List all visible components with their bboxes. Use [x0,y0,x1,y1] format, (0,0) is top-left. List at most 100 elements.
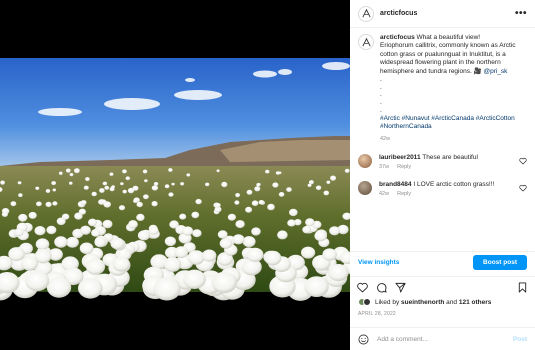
add-comment-input[interactable] [377,335,513,343]
cotton-puff [128,220,138,229]
cotton-puff [137,230,150,241]
cotton-puff [326,180,331,184]
cotton-puff [74,168,80,174]
cotton-puff [215,203,221,208]
caption-intro: What a beautiful view! [414,34,481,41]
caption-hashtags[interactable]: #Arctic #Nunavut #ArcticCanada #ArcticCo… [380,115,527,132]
header-username[interactable]: arcticfocus [380,10,417,17]
cotton-puff [102,181,108,186]
cotton-puff [211,271,237,294]
cotton-puff [45,201,52,208]
cotton-puff [45,189,51,193]
cotton-puff [143,194,149,200]
heart-icon[interactable] [357,282,368,293]
cotton-puff [144,179,148,183]
caption-mention[interactable]: @pri_sk [484,68,508,75]
insights-bar: View insights Boost post [350,251,535,272]
cotton-puff [104,185,110,190]
caption-text: arcticfocus What a beautiful view! Eriop… [380,34,527,144]
cotton-puff [344,168,350,173]
cotton-puff [122,189,127,194]
cotton-puff [61,213,70,220]
cotton-puff [10,201,17,207]
likes-others[interactable]: 121 others [459,299,492,306]
cotton-puff [127,187,135,194]
comments-area[interactable]: arcticfocus What a beautiful view! Eriop… [350,28,535,251]
cotton-puff [323,190,330,196]
cotton-puff [195,198,202,205]
cotton-puff [118,205,126,211]
cotton-puff [289,208,298,217]
cotton-puff [192,229,202,238]
more-icon[interactable]: ••• [515,8,527,19]
liker-avatar[interactable] [363,298,371,306]
cotton-puff [186,173,191,177]
cotton-grass-photo [0,0,350,350]
cotton-puff [133,199,138,204]
save-icon[interactable] [517,282,528,293]
comment-username[interactable]: lauribeer2011 [379,154,421,161]
cotton-puff [69,181,73,185]
comment-item: lauribeer2011 These are beautiful 37w Rep… [358,153,527,171]
caption-username[interactable]: arcticfocus [380,34,415,41]
share-icon[interactable] [395,282,406,293]
commenter-avatar[interactable] [358,153,372,168]
cotton-puff [328,264,349,282]
emoji-icon[interactable] [358,334,369,345]
cotton-puff [109,172,114,176]
cotton-puff [330,175,337,181]
caption-dot: . [380,106,382,114]
reply-button[interactable]: Reply [397,191,411,197]
cotton-puff [85,258,106,275]
likes-join: and [444,298,459,306]
cotton-puff [54,236,68,248]
cotton-puff [35,238,50,250]
comment-text: These are beautiful [420,153,478,161]
cotton-puff [79,242,94,255]
cotton-puff [112,256,130,272]
cotton-puff [191,211,200,219]
comment-username[interactable]: brand8484 [379,181,412,188]
cotton-puff [25,270,50,292]
cotton-puff [35,186,40,190]
cotton-puff [52,201,58,206]
heart-icon[interactable] [519,184,527,192]
cotton-puff [232,234,245,245]
caption-time: 42w [380,136,391,143]
cotton-puff [58,171,63,175]
cotton-puff [148,226,159,235]
caption-dot: . [380,91,382,99]
comment-text: I LOVE arctic cotton grass!!! [411,180,495,188]
heart-icon[interactable] [519,157,527,165]
cotton-puff [217,230,228,239]
cotton-puff [174,246,189,258]
post-photo[interactable] [0,0,350,350]
view-insights-link[interactable]: View insights [358,259,399,266]
cotton-puff [278,171,282,175]
cotton-puff [242,236,256,248]
cotton-puff [34,226,46,236]
cotton-puff [219,238,233,249]
liked-by-user[interactable]: sueinthenorth [401,299,444,306]
caption-avatar[interactable] [358,34,374,50]
cotton-puff [125,176,131,181]
cotton-puff [153,182,159,186]
profile-avatar[interactable] [358,5,374,22]
cotton-puff [120,182,124,186]
cotton-puff [272,182,279,188]
cotton-puff [245,206,253,213]
cotton-puff [179,213,187,220]
cotton-puff [20,255,39,271]
post-side-panel: arcticfocus ••• arcticfocus What a beaut… [350,0,535,350]
comment-item: brand8484 I LOVE arctic cotton grass!!! … [358,180,527,198]
cotton-puff [91,191,97,197]
boost-post-button[interactable]: Boost post [473,254,527,270]
cotton-puff [83,185,89,190]
commenter-avatar[interactable] [358,180,372,195]
cotton-puff [163,257,182,272]
post-comment-button[interactable]: Post [513,336,527,343]
comment-icon[interactable] [376,282,387,293]
reply-button[interactable]: Reply [397,164,411,170]
cotton-puff [142,169,148,174]
cotton-puff [136,213,145,221]
